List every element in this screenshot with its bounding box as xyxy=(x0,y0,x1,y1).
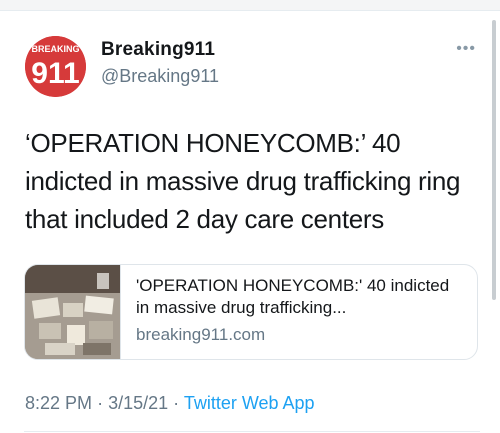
breaking911-logo: BREAKING 911 xyxy=(25,36,86,97)
link-card-thumbnail xyxy=(25,265,121,359)
avatar[interactable]: BREAKING 911 xyxy=(25,36,86,97)
source-app-link[interactable]: Twitter Web App xyxy=(184,393,315,413)
link-card-body: 'OPERATION HONEYCOMB:' 40 indicted in ma… xyxy=(136,275,466,345)
top-divider xyxy=(0,0,500,11)
meta-separator: · xyxy=(97,393,104,413)
link-card-title[interactable]: 'OPERATION HONEYCOMB:' 40 indicted in ma… xyxy=(136,275,466,319)
link-card[interactable]: 'OPERATION HONEYCOMB:' 40 indicted in ma… xyxy=(24,264,478,360)
seized-items-image xyxy=(25,265,120,359)
link-card-domain: breaking911.com xyxy=(136,325,266,344)
tweet-time[interactable]: 8:22 PM xyxy=(25,393,92,413)
tweet: BREAKING 911 Breaking911 @Breaking911 ••… xyxy=(0,0,500,433)
tweet-text: ‘OPERATION HONEYCOMB:’ 40 indicted in ma… xyxy=(25,128,461,234)
author-name[interactable]: Breaking911 xyxy=(101,39,215,61)
bottom-divider xyxy=(24,431,480,432)
author-handle[interactable]: @Breaking911 xyxy=(101,66,219,87)
meta-separator: · xyxy=(173,393,180,413)
scrollbar[interactable] xyxy=(492,20,496,300)
tweet-meta: 8:22 PM · 3/15/21 · Twitter Web App xyxy=(25,393,315,414)
more-icon[interactable]: ••• xyxy=(456,40,476,58)
tweet-date[interactable]: 3/15/21 xyxy=(108,393,168,413)
svg-text:911: 911 xyxy=(31,57,79,90)
svg-text:BREAKING: BREAKING xyxy=(31,44,79,54)
